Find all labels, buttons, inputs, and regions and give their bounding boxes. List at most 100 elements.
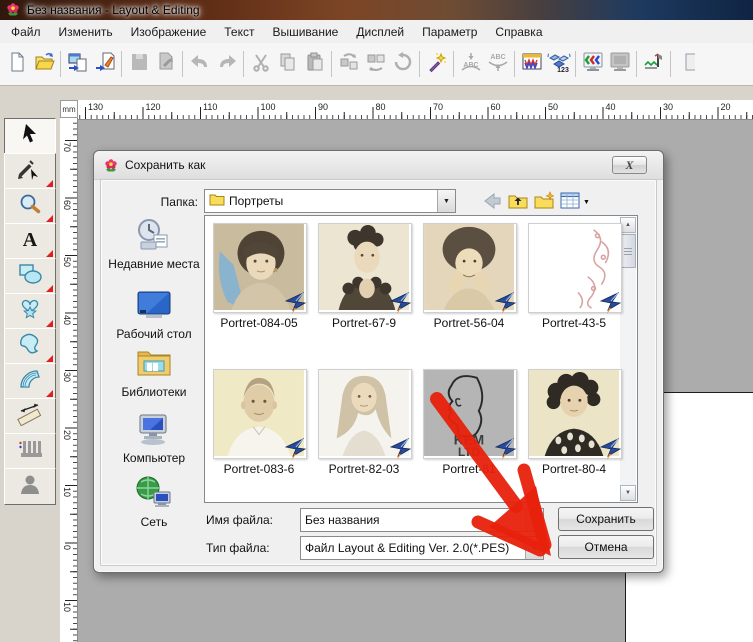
file-name[interactable]: Portret-43-5 xyxy=(522,316,626,330)
save-button[interactable] xyxy=(125,50,152,78)
sidebar-item-Библиотеки[interactable]: Библиотеки xyxy=(108,345,200,399)
menu-item-Вышивание[interactable]: Вышивание xyxy=(263,22,347,42)
file-thumbnail[interactable] xyxy=(528,223,622,313)
file-thumbnail[interactable] xyxy=(318,223,412,313)
hruler-label: 20 xyxy=(721,102,731,112)
menu-item-Параметр[interactable]: Параметр xyxy=(413,22,486,42)
cut-button[interactable] xyxy=(247,50,274,78)
vruler-label: 10 xyxy=(62,487,72,497)
desktop-icon xyxy=(108,287,200,326)
file-thumbnail[interactable] xyxy=(318,369,412,459)
shapes-tool[interactable] xyxy=(4,258,56,295)
folder-combobox[interactable]: Портреты ▼ xyxy=(204,189,456,213)
menu-item-Дисплей[interactable]: Дисплей xyxy=(347,22,413,42)
menu-item-Текст[interactable]: Текст xyxy=(215,22,263,42)
sidebar-item-Недавние места[interactable]: Недавние места xyxy=(108,217,200,271)
export-button[interactable] xyxy=(152,50,179,78)
file-name[interactable]: Portret-80-4 xyxy=(522,462,626,476)
up-folder-button[interactable] xyxy=(506,191,530,213)
design-property-button[interactable] xyxy=(579,50,606,78)
flip-v-icon xyxy=(365,51,387,78)
magic-wand-button[interactable] xyxy=(423,50,450,78)
mirror-button[interactable] xyxy=(362,50,389,78)
scrollbar-thumb[interactable] xyxy=(620,234,636,268)
magic-wand-icon xyxy=(426,51,448,78)
freeform-icon xyxy=(17,332,43,361)
dialog-title: Сохранить как xyxy=(125,158,205,172)
preview-button[interactable] xyxy=(606,50,633,78)
text-tool[interactable]: A xyxy=(4,223,56,260)
file-name[interactable]: Portret-083-6 xyxy=(207,462,311,476)
file-name[interactable]: Portret-56-04 xyxy=(417,316,521,330)
undo-button[interactable] xyxy=(186,50,213,78)
star-heart-tool[interactable] xyxy=(4,293,56,330)
toolbar-separator xyxy=(453,51,454,77)
shapes-icon xyxy=(17,262,43,291)
sidebar-item-Компьютер[interactable]: Компьютер xyxy=(108,411,200,465)
sidebar-item-Сеть[interactable]: Сеть xyxy=(108,475,200,529)
open-file-button[interactable] xyxy=(30,50,57,78)
folder-label: Папка: xyxy=(150,195,198,209)
file-thumbnail[interactable] xyxy=(528,369,622,459)
file-name[interactable]: Portret-81 xyxy=(417,462,521,476)
sew-order-button[interactable]: 123 xyxy=(545,50,572,78)
import-image-button[interactable] xyxy=(64,50,91,78)
filename-combobox[interactable]: Без названия ▼ xyxy=(300,508,544,532)
new-file-button[interactable] xyxy=(3,50,30,78)
dialog-title-bar[interactable]: Сохранить как xyxy=(94,151,663,180)
zoom-tool[interactable] xyxy=(4,188,56,225)
redo-button[interactable] xyxy=(213,50,240,78)
cancel-button[interactable]: Отмена xyxy=(558,535,654,559)
file-thumbnail[interactable]: KEMLTD xyxy=(423,369,517,459)
copy-button[interactable] xyxy=(274,50,301,78)
file-name[interactable]: Portret-67-9 xyxy=(312,316,416,330)
folder-combobox-value: Портреты xyxy=(229,194,433,208)
sidebar-item-Рабочий стол[interactable]: Рабочий стол xyxy=(108,287,200,341)
stitch-simulator-button[interactable] xyxy=(640,50,667,78)
scroll-up-button[interactable]: ▲ xyxy=(620,217,636,233)
file-thumbnail[interactable] xyxy=(423,223,517,313)
menu-item-Файл[interactable]: Файл xyxy=(2,22,50,42)
horizontal-ruler: 1301201101009080706050403020 xyxy=(78,100,753,120)
point-edit-tool[interactable] xyxy=(4,153,56,190)
duplicate-button[interactable] xyxy=(335,50,362,78)
partial-button[interactable] xyxy=(674,50,701,78)
text-fit-up-button[interactable]: ABC xyxy=(484,50,511,78)
save-as-dialog: Сохранить как X Папка: Портреты ▼ ▲ ▼ Po… xyxy=(93,150,664,573)
folder-dropdown-button[interactable]: ▼ xyxy=(437,190,455,212)
filename-dropdown-button[interactable]: ▼ xyxy=(525,509,543,531)
embroidery-window-button[interactable] xyxy=(518,50,545,78)
scroll-down-button[interactable]: ▼ xyxy=(620,485,636,501)
menu-item-Изображение[interactable]: Изображение xyxy=(122,22,216,42)
file-name[interactable]: Portret-82-03 xyxy=(312,462,416,476)
filetype-combobox[interactable]: Файл Layout & Editing Ver. 2.0(*.PES) ▼ xyxy=(300,536,544,560)
measure-tool[interactable] xyxy=(4,398,56,435)
manual-punch-tool[interactable] xyxy=(4,433,56,470)
image-to-stitch-button[interactable] xyxy=(91,50,118,78)
menu-item-Изменить[interactable]: Изменить xyxy=(50,22,122,42)
freeform-tool[interactable] xyxy=(4,328,56,365)
rotate-button[interactable] xyxy=(389,50,416,78)
file-list[interactable]: ▲ ▼ Portret-084-05Portret-67-9Portret-56… xyxy=(204,215,638,503)
star-heart-icon xyxy=(17,297,43,326)
vruler-label: 30 xyxy=(62,372,72,382)
vruler-label: 50 xyxy=(62,257,72,267)
vruler-label: 20 xyxy=(62,430,72,440)
select-tool[interactable] xyxy=(4,118,56,155)
file-thumbnail[interactable] xyxy=(213,369,307,459)
text-fit-down-button[interactable]: ABC xyxy=(457,50,484,78)
filetype-dropdown-button[interactable]: ▼ xyxy=(525,537,543,559)
stitch-sim-icon xyxy=(642,51,666,78)
save-button[interactable]: Сохранить xyxy=(558,507,654,531)
menu-item-Справка[interactable]: Справка xyxy=(486,22,551,42)
file-thumbnail[interactable] xyxy=(213,223,307,313)
portrait-tool[interactable] xyxy=(4,468,56,505)
file-name[interactable]: Portret-084-05 xyxy=(207,316,311,330)
new-folder-button[interactable] xyxy=(532,191,556,213)
views-button[interactable]: ▼ xyxy=(558,191,592,213)
fan-shape-tool[interactable] xyxy=(4,363,56,400)
dialog-close-button[interactable]: X xyxy=(612,156,647,174)
back-button[interactable] xyxy=(480,191,504,213)
hruler-label: 120 xyxy=(146,102,161,112)
paste-button[interactable] xyxy=(301,50,328,78)
